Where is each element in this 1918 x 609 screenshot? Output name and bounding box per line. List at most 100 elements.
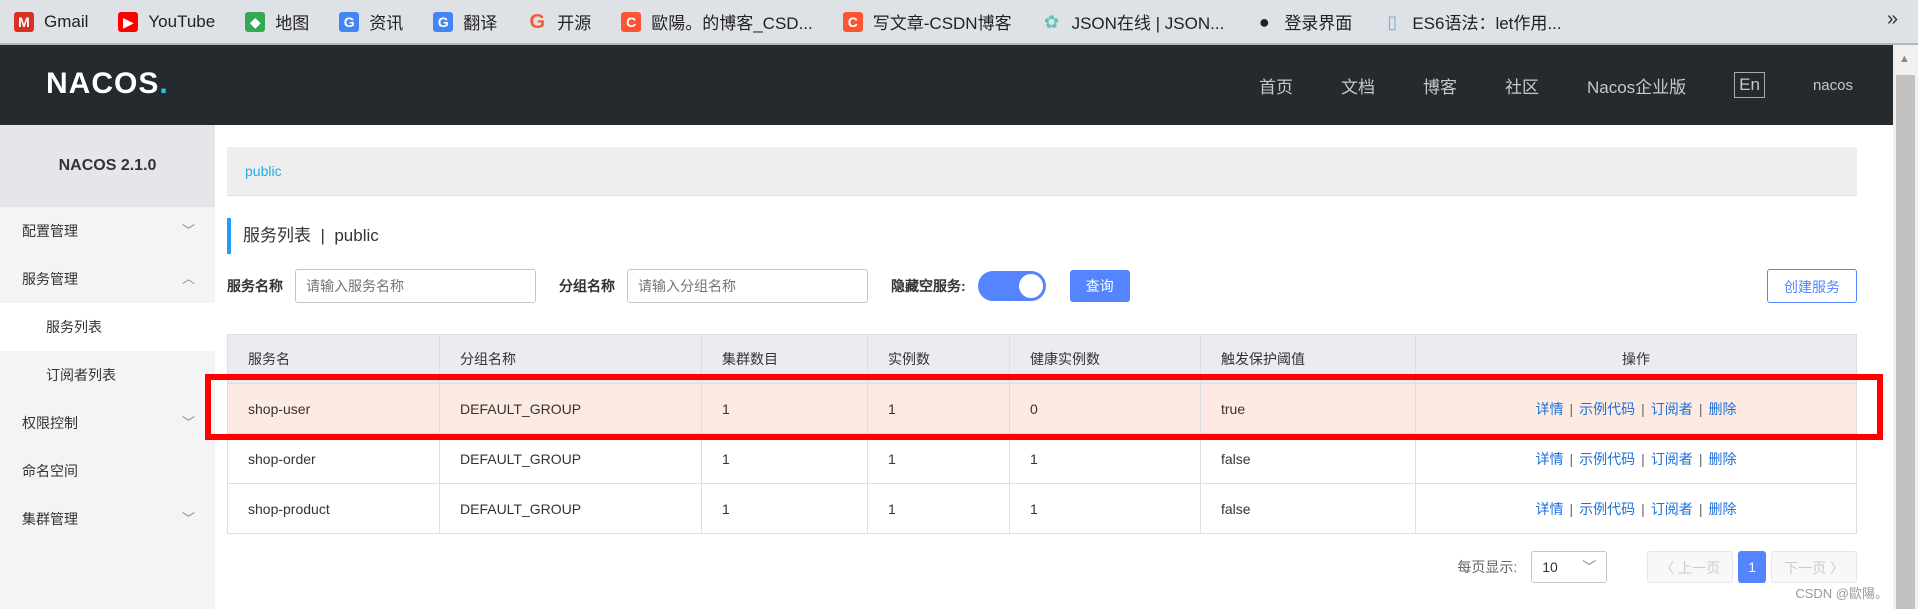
sidebar-item[interactable]: 服务管理 ︿ — [0, 255, 215, 303]
nav-docs[interactable]: 文档 — [1341, 73, 1375, 98]
nav-home[interactable]: 首页 — [1259, 73, 1293, 98]
sidebar: NACOS 2.1.0 配置管理 ﹀ 服务管理 ︿ 服务列表 订阅者列表 权限控制 ﹀ 命名空间… — [0, 125, 215, 609]
news-icon: G — [339, 11, 360, 32]
sidebar-item[interactable]: 订阅者列表 — [0, 351, 215, 399]
page-title: 服务列表 | public — [227, 218, 1857, 254]
group-name-label: 分组名称 — [559, 278, 615, 294]
bookmark[interactable]: M Gmail — [14, 11, 88, 32]
scroll-up-icon[interactable]: ▲ — [1899, 53, 1910, 65]
maps-icon: ◆ — [245, 11, 266, 32]
chevron-down-icon: ﹀ — [181, 511, 195, 526]
top-header: NACOS. 首页 文档 博客 社区 Nacos企业版 En nacos — [0, 45, 1893, 125]
csdn-icon: C — [621, 11, 642, 32]
json-icon: ✿ — [1044, 11, 1060, 32]
bookmark[interactable]: C 歐陽。的博客_CSD... — [621, 9, 813, 34]
separator: | — [1641, 450, 1645, 467]
subscribers-link[interactable]: 订阅者 — [1651, 501, 1693, 517]
service-name-input[interactable] — [295, 269, 536, 303]
table-cell: false — [1200, 433, 1416, 484]
nav-community[interactable]: 社区 — [1505, 73, 1539, 98]
nav-blog[interactable]: 博客 — [1423, 73, 1457, 98]
bookmark-label: YouTube — [148, 11, 216, 31]
top-nav: 首页 文档 博客 社区 Nacos企业版 En nacos — [1211, 45, 1853, 125]
create-service-button[interactable]: 创建服务 — [1767, 269, 1857, 303]
bookmarks-overflow-icon[interactable]: » — [1887, 8, 1898, 31]
watermark: CSDN @歐陽。 — [1795, 586, 1888, 601]
bookmark-label: 地图 — [275, 14, 310, 33]
table-cell: DEFAULT_GROUP — [439, 483, 702, 534]
search-bar: 服务名称 分组名称 隐藏空服务: 查询 创建服务 — [227, 269, 1857, 303]
gmail-icon: M — [14, 11, 34, 32]
bookmark[interactable]: ✿ JSON在线 | JSON... — [1042, 9, 1224, 34]
query-button[interactable]: 查询 — [1069, 270, 1130, 302]
table-cell: 1 — [701, 483, 868, 534]
nacos-logo[interactable]: NACOS. — [46, 67, 169, 101]
bookmark[interactable]: G 资讯 — [339, 9, 403, 34]
prev-page-button[interactable]: 〈 上一页 — [1647, 551, 1734, 583]
hide-empty-toggle[interactable] — [977, 271, 1046, 301]
sidebar-item-label: 命名空间 — [22, 463, 78, 479]
hide-empty-label: 隐藏空服务: — [891, 278, 966, 294]
highlight-annotation — [205, 374, 1883, 440]
sidebar-item-label: 权限控制 — [22, 415, 78, 431]
separator: | — [1698, 500, 1703, 517]
sidebar-item-label: 服务管理 — [22, 271, 78, 287]
gitee-icon: G — [529, 10, 545, 33]
sidebar-item-label: 集群管理 — [22, 511, 78, 527]
bookmarks-bar: M Gmail ▶ YouTube ◆ 地图 G 资讯 G 翻译 G 开源 C 歐陽。的博客_CSD...… — [0, 0, 1918, 45]
separator: | — [1569, 500, 1574, 517]
chevron-down-icon: ﹀ — [1582, 559, 1597, 575]
chevron-up-icon: ︿ — [181, 271, 195, 286]
breadcrumb[interactable]: public — [227, 147, 1857, 196]
sidebar-item[interactable]: 集群管理 ﹀ — [0, 495, 215, 543]
bookmark[interactable]: G 开源 — [527, 9, 591, 34]
subscribers-link[interactable]: 订阅者 — [1651, 451, 1693, 467]
detail-link[interactable]: 详情 — [1536, 451, 1564, 467]
next-page-button[interactable]: 下一页 〉 — [1771, 551, 1857, 583]
separator: | — [1641, 500, 1645, 517]
scrollbar-thumb[interactable] — [1896, 75, 1915, 609]
chevron-down-icon: ﹀ — [181, 223, 195, 238]
sidebar-item-label: 订阅者列表 — [46, 367, 116, 383]
sidebar-item[interactable]: 命名空间 — [0, 447, 215, 495]
row-actions: 详情 | 示例代码 | 订阅者 | 删除 — [1415, 433, 1857, 484]
sample-code-link[interactable]: 示例代码 — [1579, 451, 1635, 467]
page-1-button[interactable]: 1 — [1738, 551, 1767, 583]
table-cell: 1 — [701, 433, 868, 484]
table-cell: false — [1200, 483, 1416, 534]
service-name-label: 服务名称 — [227, 278, 283, 294]
delete-link[interactable]: 删除 — [1708, 501, 1736, 517]
per-page-label: 每页显示: — [1457, 559, 1518, 575]
bookmark[interactable]: C 写文章-CSDN博客 — [842, 9, 1012, 34]
table-cell: 1 — [867, 433, 1010, 484]
sidebar-item[interactable]: 服务列表 — [0, 303, 215, 351]
group-name-input[interactable] — [627, 269, 868, 303]
bookmark[interactable]: ◆ 地图 — [245, 9, 309, 34]
sidebar-item[interactable]: 权限控制 ﹀ — [0, 399, 215, 447]
sidebar-version: NACOS 2.1.0 — [0, 125, 215, 207]
sidebar-item[interactable]: 配置管理 ﹀ — [0, 207, 215, 255]
youtube-icon: ▶ — [118, 11, 139, 32]
bookmark[interactable]: ▯ ES6语法：let作用... — [1382, 9, 1561, 34]
bookmark-label: 翻译 — [463, 14, 498, 33]
bookmark-label: 登录界面 — [1284, 14, 1353, 33]
bookmark[interactable]: ● 登录界面 — [1254, 9, 1352, 34]
globe-icon: ● — [1258, 11, 1270, 32]
bookmark[interactable]: G 翻译 — [433, 9, 497, 34]
table-cell: DEFAULT_GROUP — [439, 433, 702, 484]
table-cell: shop-order — [227, 433, 440, 484]
delete-link[interactable]: 删除 — [1708, 451, 1736, 467]
detail-link[interactable]: 详情 — [1536, 501, 1564, 517]
translate-icon: G — [433, 11, 454, 32]
per-page-select[interactable]: 10 ﹀ — [1531, 551, 1608, 583]
bookmark-label: 歐陽。的博客_CSD... — [651, 14, 813, 33]
nav-enterprise[interactable]: Nacos企业版 — [1587, 73, 1686, 98]
bookmark-label: 资讯 — [369, 14, 404, 33]
sample-code-link[interactable]: 示例代码 — [1579, 501, 1635, 517]
vertical-scrollbar[interactable]: ▲ — [1893, 45, 1918, 609]
user-menu[interactable]: nacos — [1813, 77, 1853, 94]
bookmark[interactable]: ▶ YouTube — [118, 11, 216, 32]
language-toggle[interactable]: En — [1734, 72, 1765, 98]
table-row: shop-product DEFAULT_GROUP 1 1 1 false 详情 | 示例代码… — [227, 483, 1857, 534]
table-row: shop-order DEFAULT_GROUP 1 1 1 false 详情 | 示例代码 | 订… — [227, 433, 1857, 484]
